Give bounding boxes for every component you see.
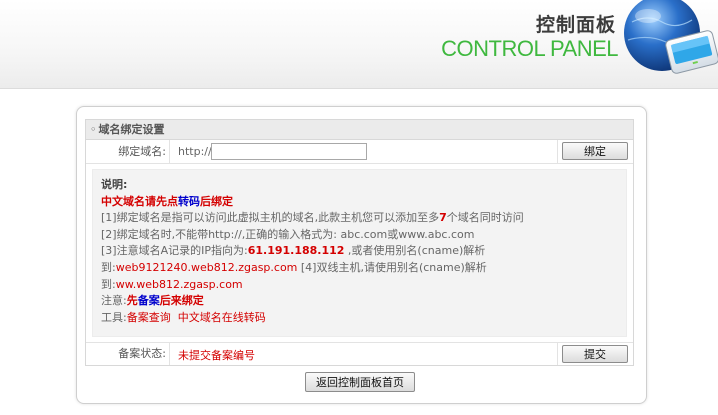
dual-line-host: ww.web812.zgasp.com [115,277,243,291]
notes-heading: 说明: [101,178,128,191]
domain-row: 绑定域名: http:// 绑定 [86,140,633,164]
globe-monitor-icon [624,0,718,74]
notes-line-2: [1]绑定域名是指可以访问此虚拟主机的域名,此款主机您可以添加至多7个域名同时访… [101,211,524,225]
domain-input[interactable] [211,143,367,160]
cn-domain-transcode-link[interactable]: 中文域名在线转码 [178,311,266,324]
back-to-panel-button[interactable]: 返回控制面板首页 [305,372,415,392]
notes-line-1: 中文域名请先点转码后绑定 [101,194,233,208]
beian-row: 备案状态: 未提交备案编号 提交 [86,342,633,365]
header: 控制面板 CONTROL PANEL [0,0,718,89]
notes-line-4: [3]注意域名A记录的IP指向为:61.191.188.112 ,或者使用别名(… [101,244,486,258]
submit-button[interactable]: 提交 [562,345,628,363]
beian-status: 未提交备案编号 [178,349,255,362]
cname-host: web9121240.web812.zgasp.com [115,260,298,274]
column-divider [557,140,558,163]
header-title-cn: 控制面板 [535,14,616,36]
section-title: ◦ 域名绑定设置 [86,120,633,140]
beian-label: 备案状态: [86,343,170,365]
notes-line-8: 工具:备案查询 中文域名在线转码 [101,310,266,324]
panel: ◦ 域名绑定设置 绑定域名: http:// 绑定 说明: 中文域名请先点转码后绑… [76,106,647,404]
section-title-text: 域名绑定设置 [98,123,165,136]
transcode-link[interactable]: 转码 [178,195,200,208]
domain-label: 绑定域名: [86,140,170,163]
notes-box: 说明: 中文域名请先点转码后绑定 [1]绑定域名是指可以访问此虚拟主机的域名,此… [92,169,627,337]
notes-line-7: 注意:先备案后来绑定 [101,294,204,308]
notes-line-5: 到:web9121240.web812.zgasp.com [4]双线主机,请使… [101,260,487,274]
notes-line-6: 到:ww.web812.zgasp.com [101,277,243,291]
domain-settings-box: ◦ 域名绑定设置 绑定域名: http:// 绑定 说明: 中文域名请先点转码后绑… [85,119,634,366]
beian-query-link[interactable]: 备案查询 [127,311,171,324]
column-divider [557,343,558,365]
notes-line-3: [2]绑定域名时,不能带http://,正确的输入格式为: abc.com或ww… [101,227,475,241]
bullet-icon: ◦ [90,123,97,136]
header-title-en: CONTROL PANEL [441,36,618,61]
http-prefix: http:// [178,145,212,158]
ip-address: 61.191.188.112 [247,244,345,258]
bind-button[interactable]: 绑定 [562,142,628,160]
